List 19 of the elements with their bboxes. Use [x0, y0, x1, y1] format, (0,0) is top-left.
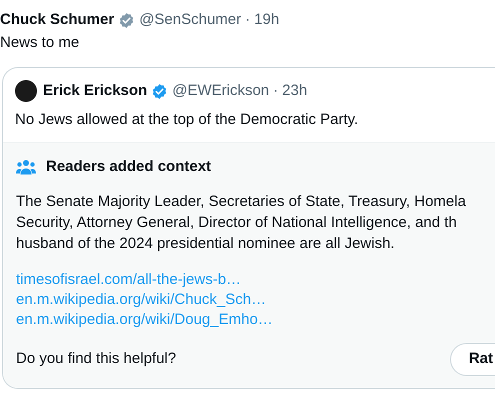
helpful-question: Do you find this helpful?	[16, 349, 176, 370]
rate-button[interactable]: Rat	[450, 343, 495, 376]
context-text-line: Security, Attorney General, Director of National Intelligence, and th	[16, 213, 457, 233]
separator-dot: ·	[245, 10, 250, 30]
author-handle[interactable]: @EWErickson	[172, 81, 270, 101]
post-text: News to me	[0, 33, 80, 53]
post-time[interactable]: 19h	[254, 10, 280, 30]
context-text-line: The Senate Majority Leader, Secretaries of State, Treasury, Homela	[16, 192, 466, 212]
context-text-line: husband of the 2024 presidential nominee are all Jewish.	[16, 234, 395, 254]
author-name[interactable]: Erick Erickson	[43, 81, 148, 101]
avatar[interactable]	[15, 80, 37, 102]
people-icon	[16, 159, 36, 175]
post-time[interactable]: 23h	[282, 81, 308, 101]
author-handle[interactable]: @SenSchumer	[139, 10, 242, 30]
quoted-post-text: No Jews allowed at the top of the Democratic Party.	[15, 110, 360, 130]
quoted-post-card[interactable]	[2, 67, 495, 389]
author-name[interactable]: Chuck Schumer	[0, 10, 114, 30]
separator-dot: ·	[273, 81, 278, 101]
context-title: Readers added context	[46, 157, 212, 177]
